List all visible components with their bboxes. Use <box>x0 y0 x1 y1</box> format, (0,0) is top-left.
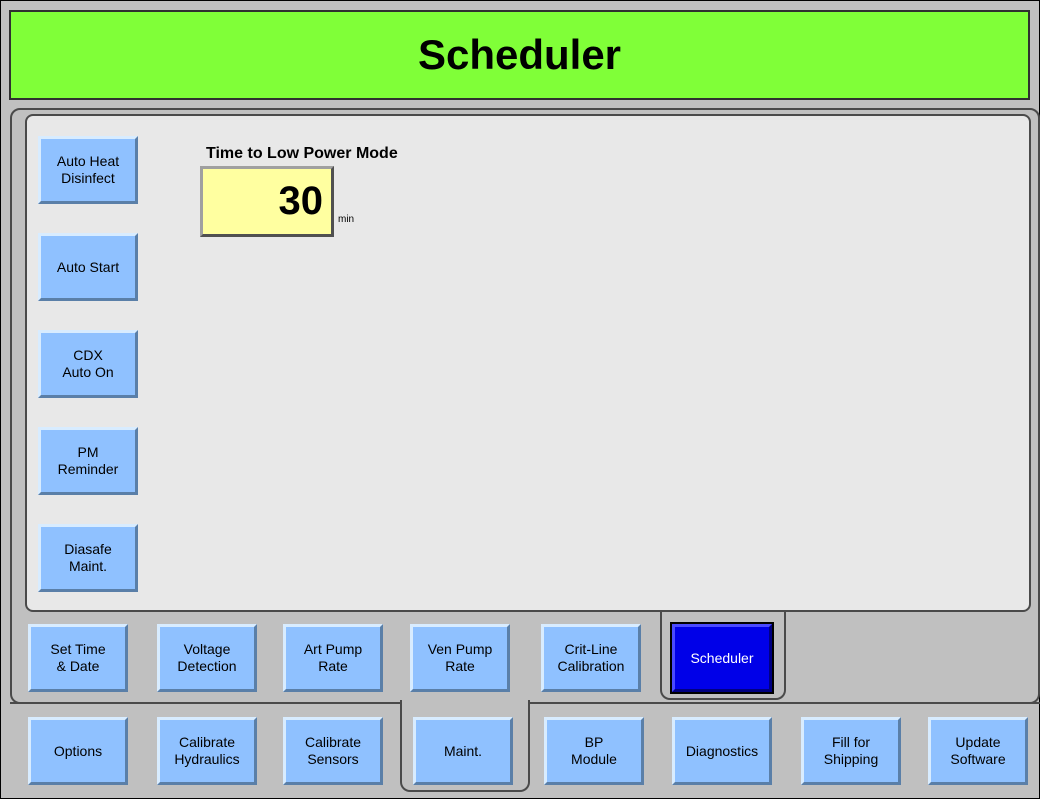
tab-ven-pump-rate[interactable]: Ven Pump Rate <box>410 624 510 692</box>
tab-voltage-detection[interactable]: Voltage Detection <box>157 624 257 692</box>
auto-heat-disinfect-button[interactable]: Auto Heat Disinfect <box>38 136 138 204</box>
main-tab-line-left <box>10 702 402 704</box>
tab-crit-line-calibration[interactable]: Crit-Line Calibration <box>541 624 641 692</box>
tab-art-pump-rate[interactable]: Art Pump Rate <box>283 624 383 692</box>
tab-bp-module[interactable]: BP Module <box>544 717 644 785</box>
tab-maint[interactable]: Maint. <box>413 717 513 785</box>
low-power-unit: min <box>338 214 355 225</box>
tab-fill-for-shipping[interactable]: Fill for Shipping <box>801 717 901 785</box>
tab-update-software[interactable]: Update Software <box>928 717 1028 785</box>
main-tab-line-right <box>528 702 1040 704</box>
tab-diagnostics[interactable]: Diagnostics <box>672 717 772 785</box>
page-title: Scheduler <box>417 31 622 78</box>
auto-start-button[interactable]: Auto Start <box>38 233 138 301</box>
title-bar: Scheduler <box>9 10 1030 100</box>
tab-scheduler[interactable]: Scheduler <box>670 622 774 694</box>
diasafe-maint-button[interactable]: Diasafe Maint. <box>38 524 138 592</box>
tab-calibrate-sensors[interactable]: Calibrate Sensors <box>283 717 383 785</box>
cdx-auto-on-button[interactable]: CDX Auto On <box>38 330 138 398</box>
low-power-label: Time to Low Power Mode <box>206 145 398 162</box>
pm-reminder-button[interactable]: PM Reminder <box>38 427 138 495</box>
content-panel <box>25 114 1031 612</box>
tab-set-time-date[interactable]: Set Time & Date <box>28 624 128 692</box>
low-power-value: 30 <box>278 179 324 223</box>
low-power-value-field[interactable]: 30 <box>200 166 334 237</box>
tab-options[interactable]: Options <box>28 717 128 785</box>
tab-calibrate-hydraulics[interactable]: Calibrate Hydraulics <box>157 717 257 785</box>
